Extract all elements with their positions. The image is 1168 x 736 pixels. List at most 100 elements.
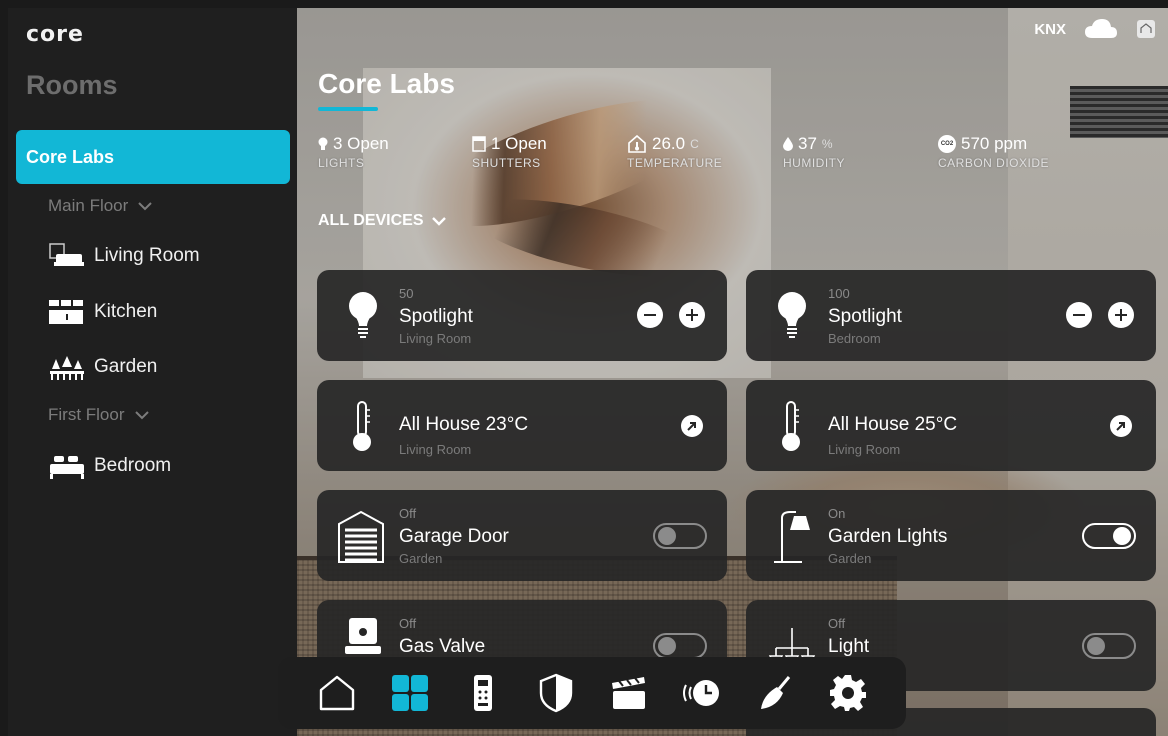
home-icon <box>319 675 354 711</box>
bulb-icon <box>349 292 377 338</box>
living-room-icon <box>49 243 84 266</box>
stat-humidity[interactable]: 37 % HUMIDITY <box>783 134 845 170</box>
device-state: 50 <box>399 286 414 301</box>
sidebar-item-bedroom[interactable]: Bedroom <box>48 452 171 480</box>
floor-label: First Floor <box>48 405 125 424</box>
device-name: Light <box>828 636 870 657</box>
home-profile-icon[interactable] <box>1136 19 1156 39</box>
toggle-knob <box>1087 637 1105 655</box>
stat-label: HUMIDITY <box>783 156 845 170</box>
kitchen-icon <box>49 300 83 324</box>
arrow-up-right-icon <box>687 422 696 431</box>
stat-value: 37 <box>798 134 817 153</box>
remote-icon <box>473 675 492 711</box>
open-detail-button[interactable] <box>1110 415 1132 437</box>
security-shield-icon <box>539 673 572 713</box>
garden-lamp-icon <box>774 511 810 563</box>
stat-value: 3 Open <box>333 134 389 153</box>
knx-protocol-label[interactable]: KNX <box>1034 21 1066 38</box>
shutter-small-icon <box>472 136 486 152</box>
open-detail-button[interactable] <box>681 415 703 437</box>
increase-button[interactable] <box>679 302 705 328</box>
sidebar-item-kitchen[interactable]: Kitchen <box>48 298 157 326</box>
toggle-knob <box>658 637 676 655</box>
rooms-grid-icon <box>391 675 428 711</box>
sidebar-item-living-room[interactable]: Living Room <box>48 242 200 270</box>
device-card-spotlight-bedroom[interactable]: 100 Spotlight Bedroom <box>746 270 1156 361</box>
stat-value: 26.0 <box>652 134 686 153</box>
chevron-down-icon <box>134 411 149 420</box>
device-state: Off <box>399 506 417 521</box>
chevron-down-icon <box>138 202 153 211</box>
stat-temperature[interactable]: 26.0 C TEMPERATURE <box>627 134 722 170</box>
garage-icon <box>338 510 384 563</box>
stat-unit: % <box>821 137 833 151</box>
bedroom-icon <box>50 456 84 479</box>
stat-value: 1 Open <box>491 134 547 153</box>
nav-settings[interactable] <box>826 671 870 715</box>
nav-security[interactable] <box>534 671 578 715</box>
arrow-up-right-icon <box>1116 422 1125 431</box>
sidebar-item-core-labs[interactable]: Core Labs <box>16 130 290 184</box>
device-card-garage-door[interactable]: Off Garage Door Garden <box>317 490 727 581</box>
rooms-title: Rooms <box>26 70 118 100</box>
stat-label: TEMPERATURE <box>627 156 723 170</box>
top-bar: KNX <box>1034 18 1156 40</box>
device-name: Gas Valve <box>399 636 486 657</box>
device-card-thermostat-23[interactable]: All House 23°C Living Room <box>317 380 727 471</box>
nav-rooms[interactable] <box>388 671 432 715</box>
page-title: Core Labs <box>318 68 455 99</box>
sidebar: core Rooms Core Labs Main Floor Living R… <box>8 8 297 736</box>
filter-label: ALL DEVICES <box>318 212 424 229</box>
stat-label: SHUTTERS <box>472 156 541 170</box>
device-name: Garage Door <box>399 526 509 547</box>
floor-main[interactable]: Main Floor <box>48 196 153 216</box>
bulb-small-icon <box>318 137 328 150</box>
device-card-thermostat-25[interactable]: All House 25°C Living Room <box>746 380 1156 471</box>
device-name: All House 25°C <box>828 414 958 435</box>
device-state: Off <box>828 616 846 631</box>
bulb-icon <box>778 292 806 338</box>
stat-co2[interactable]: CO2 570 ppm CARBON DIOXIDE <box>938 134 1049 170</box>
device-state: On <box>828 506 846 521</box>
device-name: All House 23°C <box>399 414 529 435</box>
cloud-icon[interactable] <box>1084 18 1118 40</box>
sidebar-item-garden[interactable]: Garden <box>48 353 157 381</box>
light-toggle[interactable] <box>1082 633 1136 659</box>
water-drop-icon <box>783 137 793 151</box>
nav-cleaning[interactable] <box>753 671 797 715</box>
nav-scenes[interactable] <box>607 671 651 715</box>
gas-valve-toggle[interactable] <box>653 633 707 659</box>
device-card-garden-lights[interactable]: On Garden Lights Garden <box>746 490 1156 581</box>
cleaning-icon <box>760 676 790 709</box>
nav-schedule[interactable] <box>680 671 724 715</box>
device-room: Living Room <box>399 442 472 457</box>
scenes-clapper-icon <box>611 677 645 709</box>
co2-icon: CO2 <box>938 135 956 153</box>
nav-home[interactable] <box>315 671 359 715</box>
decrease-button[interactable] <box>637 302 663 328</box>
stat-value: 570 ppm <box>961 134 1028 153</box>
device-name: Garden Lights <box>828 526 948 547</box>
device-card-spotlight-living-room[interactable]: 50 Spotlight Living Room <box>317 270 727 361</box>
device-name: Spotlight <box>399 306 473 327</box>
title-underline <box>318 107 378 111</box>
all-devices-dropdown[interactable]: ALL DEVICES <box>318 212 446 230</box>
garage-door-toggle[interactable] <box>653 523 707 549</box>
stat-lights[interactable]: 3 Open LIGHTS <box>318 134 389 170</box>
device-room: Garden <box>828 551 872 566</box>
device-state: Off <box>399 616 417 631</box>
garden-icon <box>50 356 84 380</box>
stat-shutters[interactable]: 1 Open SHUTTERS <box>472 134 547 170</box>
stat-label: CARBON DIOXIDE <box>938 156 1050 170</box>
schedule-icon <box>682 680 719 706</box>
garden-lights-toggle[interactable] <box>1082 523 1136 549</box>
decrease-button[interactable] <box>1066 302 1092 328</box>
thermometer-icon <box>353 401 371 451</box>
settings-gear-icon <box>829 675 866 711</box>
device-state: 100 <box>828 286 850 301</box>
increase-button[interactable] <box>1108 302 1134 328</box>
device-name: Spotlight <box>828 306 902 327</box>
nav-remote[interactable] <box>461 671 505 715</box>
floor-first[interactable]: First Floor <box>48 405 149 425</box>
